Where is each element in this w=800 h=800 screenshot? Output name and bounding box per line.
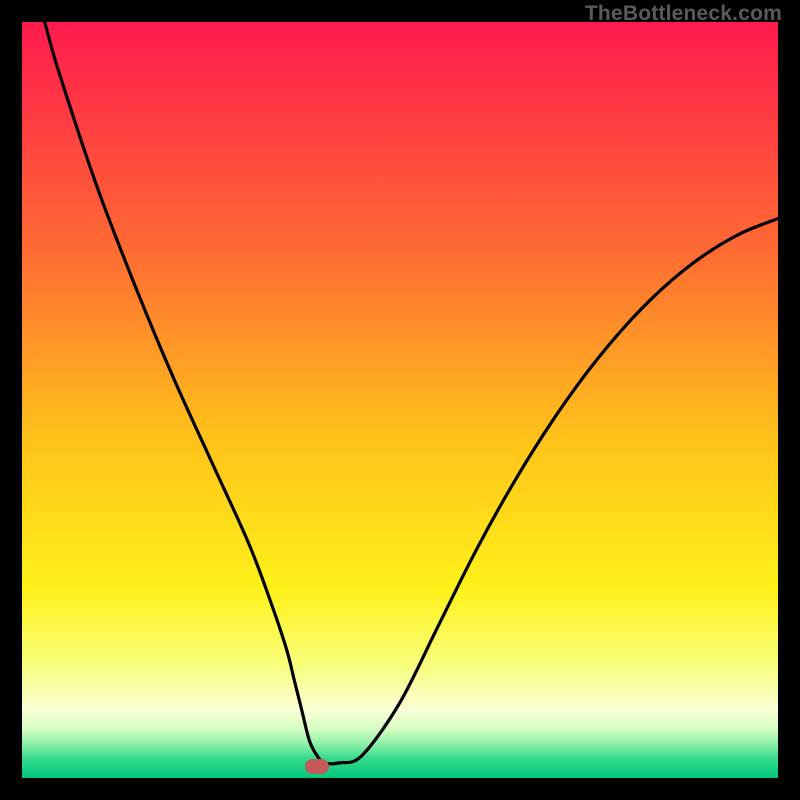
- optimal-marker: [305, 759, 329, 774]
- bottleneck-curve: [22, 22, 778, 778]
- chart-container: TheBottleneck.com: [0, 0, 800, 800]
- plot-area: [22, 22, 778, 778]
